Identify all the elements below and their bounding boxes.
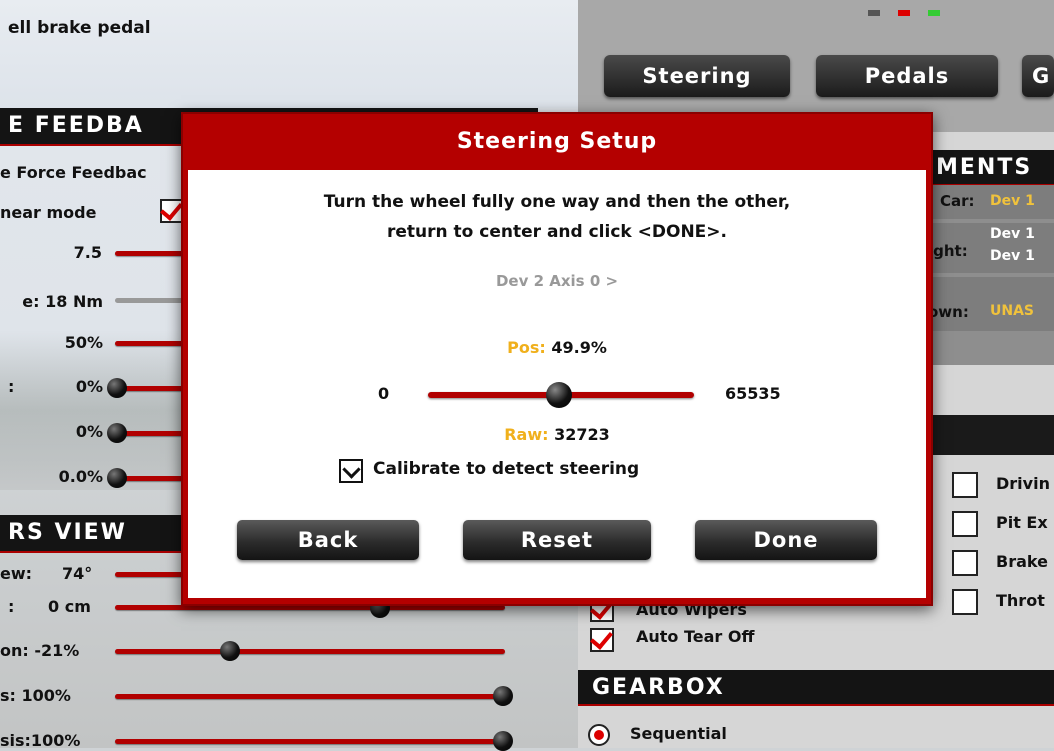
aux-label-pit: Pit Ex [996,513,1048,532]
chassis-label: sis:100% [0,731,81,750]
damping-label: 50% [64,333,103,352]
tab-steering[interactable]: Steering [604,55,790,97]
instruction-line-2: return to center and click <DONE>. [387,222,727,242]
reset-button[interactable]: Reset [463,520,651,560]
aux-label-brake: Brake [996,552,1048,571]
ffb-row-label: : [8,377,15,396]
aux-checkbox-driving[interactable] [952,472,978,498]
slider-knob[interactable] [220,641,240,661]
brake-pedal-label: ell brake pedal [8,18,151,38]
fov-label: ew: [0,564,33,583]
indicator-gray [868,10,880,16]
position-readout: Pos: 49.9% [188,338,926,357]
max-torque-label: e: 18 Nm [22,292,103,311]
steering-axis-knob [546,382,572,408]
ffb-strength-label: 7.5 [73,243,102,262]
back-button[interactable]: Back [237,520,419,560]
slider-knob[interactable] [493,686,513,706]
raw-value: 32723 [554,425,610,444]
aux-label-throttle: Throt [996,591,1045,610]
indicator-green [928,10,940,16]
assignments-section-header: MENTS [928,150,1054,186]
axis-label: Dev 2 Axis 0 > [495,272,619,290]
ffb-strength-slider[interactable] [115,251,185,256]
slider-knob[interactable] [107,423,127,443]
dialog-body: Turn the wheel fully one way and then th… [188,170,926,598]
max-torque-slider[interactable] [115,298,185,303]
scale-slider[interactable] [115,694,505,699]
position-key: Pos: [507,338,546,357]
damping-slider[interactable] [115,341,185,346]
aux-checkbox-pit[interactable] [952,511,978,537]
calibrate-label: Calibrate to detect steering [373,459,640,479]
auto-tear-off-label: Auto Tear Off [636,627,755,646]
ffb-row2-value: 0% [75,422,103,441]
range-max: 65535 [725,384,781,403]
gearbox-sequential-label: Sequential [630,724,727,743]
assign-light-value-2[interactable]: Dev 1 [990,248,1035,264]
chassis-slider[interactable] [115,739,505,744]
raw-readout: Raw: 32723 [188,425,926,444]
slider-knob[interactable] [107,468,127,488]
auto-tear-off-checkbox[interactable] [590,628,614,652]
done-button[interactable]: Done [695,520,877,560]
position-value: 49.9% [551,338,607,357]
left-top-band [0,0,578,108]
tab-pedals[interactable]: Pedals [816,55,998,97]
aux-checkbox-brake[interactable] [952,550,978,576]
slider-knob[interactable] [493,731,513,751]
assign-car-value[interactable]: Dev 1 [990,193,1035,209]
assign-down-key: own: [928,303,969,321]
aux-checkbox-throttle[interactable] [952,589,978,615]
gearbox-sequential-radio[interactable] [588,724,610,746]
assign-light-key: ight: [928,242,968,260]
steering-setup-dialog: Steering Setup Turn the wheel fully one … [181,112,933,606]
range-min: 0 [378,384,390,403]
ffb-row3-value: 0.0% [58,467,103,486]
assign-down-value[interactable]: UNAS [990,303,1034,319]
fov-slider[interactable] [115,572,185,577]
indicator-red [898,10,910,16]
fov-value: 74° [62,564,93,583]
tilt-slider[interactable] [115,649,505,654]
tab-other[interactable]: G [1022,55,1054,97]
offset-value: 0 cm [48,597,91,616]
right-section-bar [928,415,1054,455]
aux-label-driving: Drivin [996,474,1050,493]
raw-key: Raw: [504,425,549,444]
slider-knob[interactable] [107,378,127,398]
assignments-table [928,185,1054,365]
gearbox-section-header: GEARBOX [578,670,1054,706]
dialog-title: Steering Setup [456,129,658,154]
calibrate-checkbox[interactable] [339,459,363,483]
scale-label: s: 100% [0,686,71,705]
ffb-enable-label: e Force Feedbac [0,163,147,182]
ffb-row-value: 0% [75,377,103,396]
linear-mode-label: near mode [0,203,97,222]
offset-label: : [8,597,15,616]
tilt-label: on: -21% [0,641,80,660]
instruction-line-1: Turn the wheel fully one way and then th… [323,192,791,212]
mirrors-view-section-header: RS VIEW [0,515,184,553]
assign-car-key: Car: [940,192,975,210]
assign-light-value-1[interactable]: Dev 1 [990,226,1035,242]
